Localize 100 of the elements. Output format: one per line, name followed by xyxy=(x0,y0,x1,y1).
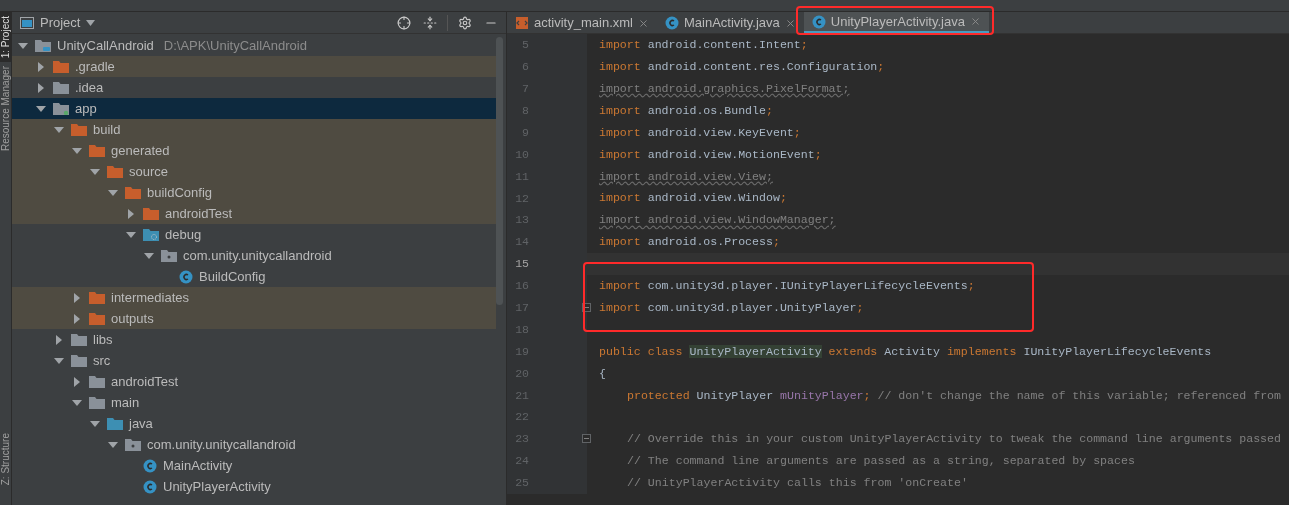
code-line: import android.graphics.PixelFormat; xyxy=(599,81,850,98)
code-line: import android.content.Intent; xyxy=(599,37,808,54)
package-icon xyxy=(125,438,141,451)
folder-icon xyxy=(71,354,87,367)
tree-row[interactable]: build xyxy=(12,119,496,140)
tree-row[interactable]: main xyxy=(12,392,496,413)
tree-label: BuildConfig xyxy=(199,267,266,286)
folder-icon xyxy=(143,207,159,220)
tree-row[interactable]: com.unity.unitycallandroid xyxy=(12,245,496,266)
tree-row[interactable]: .gradle xyxy=(12,56,496,77)
tree-label: com.unity.unitycallandroid xyxy=(183,246,332,265)
line-number: 15 xyxy=(515,256,529,273)
tree-label: java xyxy=(129,414,153,433)
code-line: public class UnityPlayerActivity extends Activity implements IUnityPlayerLifecycleEvents xyxy=(599,343,1212,360)
fold-icon[interactable] xyxy=(582,434,591,444)
code-line: import android.view.WindowManager; xyxy=(599,212,836,229)
settings-icon[interactable] xyxy=(458,15,472,30)
tree-row[interactable]: src xyxy=(12,350,496,371)
folder-icon xyxy=(89,396,105,409)
code-line: import android.view.MotionEvent; xyxy=(599,146,822,163)
tree-label: src xyxy=(93,351,111,370)
tree-label: androidTest xyxy=(111,372,179,391)
tree-row[interactable]: com.unity.unitycallandroid xyxy=(12,434,496,455)
scrollbar-thumb[interactable] xyxy=(496,37,503,305)
editor-tab[interactable]: UnityPlayerActivity.java xyxy=(803,12,989,34)
close-icon[interactable] xyxy=(969,16,981,27)
tree-row[interactable]: libs xyxy=(12,329,496,350)
locate-icon[interactable] xyxy=(397,15,411,30)
folder-icon xyxy=(107,417,123,430)
tree-row[interactable]: debug xyxy=(12,224,496,245)
folder-icon xyxy=(143,228,159,241)
tree-label: app xyxy=(75,99,97,118)
tree-label: androidTest xyxy=(165,204,233,223)
code-line: import android.view.View; xyxy=(599,168,773,185)
tree-row[interactable]: buildConfig xyxy=(12,182,496,203)
caret-icon[interactable] xyxy=(86,19,96,26)
tool-window-tab[interactable]: Resource Manager xyxy=(0,62,12,156)
folder-icon xyxy=(35,39,51,52)
code-line: import android.view.Window; xyxy=(599,190,787,207)
code-line: // UnityPlayerActivity calls this from 'onCreate' xyxy=(627,475,968,492)
tree-row[interactable]: BuildConfig xyxy=(12,266,496,287)
tree-row[interactable]: .idea xyxy=(12,77,496,98)
folder-icon xyxy=(89,144,105,157)
tree-row[interactable]: MainActivity xyxy=(12,455,496,476)
package-icon xyxy=(161,249,177,262)
window-icon xyxy=(20,16,34,29)
class-icon xyxy=(143,458,157,473)
tree-row[interactable]: outputs xyxy=(12,308,496,329)
tree-label: MainActivity xyxy=(163,456,233,475)
collapse-all-icon[interactable] xyxy=(423,15,437,30)
folder-icon xyxy=(53,102,69,115)
editor-tab[interactable]: MainActivity.java xyxy=(656,12,804,34)
folder-icon xyxy=(71,333,87,346)
layout-file-icon xyxy=(515,16,529,30)
code-line: // Override this in your custom UnityPlayerActivity to tweak the command line arguments passed xyxy=(627,431,1281,448)
panel-title-dropdown[interactable]: Project xyxy=(40,12,81,33)
tool-window-tab[interactable]: Z: Structure xyxy=(0,428,12,489)
folder-icon xyxy=(53,60,69,73)
folder-icon xyxy=(89,291,105,304)
tree-label: debug xyxy=(165,225,202,244)
tree-label: source xyxy=(129,162,169,181)
tree-label: UnityPlayerActivity xyxy=(163,477,271,496)
tree-label: outputs xyxy=(111,309,154,328)
editor-tab[interactable]: activity_main.xml xyxy=(507,12,657,34)
tree-label: com.unity.unitycallandroid xyxy=(147,435,296,454)
tree-row[interactable]: UnityCallAndroid D:\APK\UnityCallAndroid xyxy=(12,35,496,56)
close-icon[interactable] xyxy=(784,17,796,29)
tree-row[interactable]: source xyxy=(12,161,496,182)
tree-row[interactable]: java xyxy=(12,413,496,434)
folder-icon xyxy=(71,123,87,136)
folder-icon xyxy=(125,186,141,199)
fold-icon[interactable] xyxy=(582,303,591,313)
tree-row[interactable]: androidTest xyxy=(12,371,496,392)
tree-row[interactable]: app xyxy=(12,98,496,119)
tree-row[interactable]: intermediates xyxy=(12,287,496,308)
project-path: D:\APK\UnityCallAndroid xyxy=(163,36,307,55)
tree-label: buildConfig xyxy=(147,183,213,202)
code-line: // The command line arguments are passed as a string, separated by spaces xyxy=(627,453,1135,470)
tree-label: generated xyxy=(111,141,170,160)
tree-row[interactable]: androidTest xyxy=(12,203,496,224)
tree-row[interactable]: generated xyxy=(12,140,496,161)
close-icon[interactable] xyxy=(637,17,649,29)
class-icon xyxy=(143,479,157,494)
tree-label: UnityCallAndroid xyxy=(57,36,154,55)
tree-label: libs xyxy=(93,330,113,349)
code-line: import android.os.Bundle; xyxy=(599,102,773,119)
code-line: import android.view.KeyEvent; xyxy=(599,124,801,141)
tree-label: intermediates xyxy=(111,288,190,307)
tree-row[interactable]: UnityPlayerActivity xyxy=(12,476,496,497)
code-line: protected UnityPlayer mUnityPlayer; // don't change the name of this variable; referenced from xyxy=(627,387,1282,404)
folder-icon xyxy=(89,312,105,325)
code-line: import android.os.Process; xyxy=(599,234,780,251)
tool-window-tab[interactable]: 1: Project xyxy=(0,12,12,63)
code-line: import android.content.res.Configuration; xyxy=(599,59,885,76)
folder-icon xyxy=(107,165,123,178)
folder-icon xyxy=(89,375,105,388)
tree-label: main xyxy=(111,393,140,412)
code-line: import com.unity3d.player.UnityPlayer; xyxy=(599,299,864,316)
folder-icon xyxy=(53,81,69,94)
code-line: { xyxy=(599,365,606,382)
